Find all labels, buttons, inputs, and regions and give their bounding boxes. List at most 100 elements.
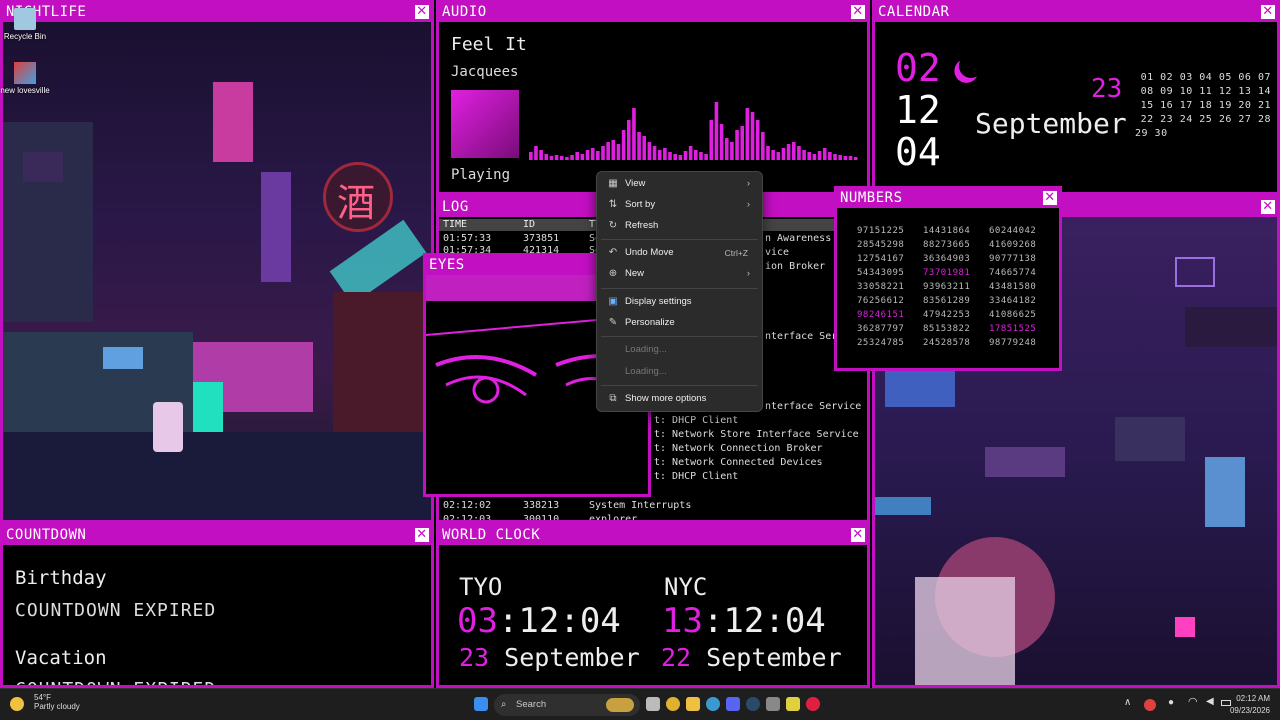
clock-city: TYO	[459, 573, 503, 601]
undo-icon: ↶	[608, 247, 618, 258]
visualizer-bar	[838, 155, 842, 160]
countdown-title: COUNTDOWN	[6, 527, 87, 543]
close-icon[interactable]: ✕	[851, 528, 865, 542]
visualizer-bar	[652, 146, 657, 160]
close-icon[interactable]: ✕	[1261, 5, 1275, 19]
steam-icon[interactable]	[746, 697, 760, 711]
numbers-titlebar[interactable]: NUMBERS ✕	[837, 189, 1059, 208]
visualizer-bar	[688, 146, 693, 160]
weather-condition: Partly cloudy	[34, 702, 80, 711]
chevron-right-icon: ›	[746, 199, 750, 210]
wifi-icon[interactable]: ◠	[1188, 695, 1198, 708]
edge-icon[interactable]	[706, 697, 720, 711]
recycle-bin-icon	[14, 8, 36, 30]
visualizer-bar	[544, 154, 549, 160]
tray-app-icon[interactable]	[1144, 699, 1156, 711]
countdown-panel: COUNTDOWN ✕ Birthday COUNTDOWN EXPIRED Va…	[0, 523, 434, 688]
file-explorer-icon[interactable]	[686, 697, 700, 711]
nightlife-titlebar[interactable]: NIGHTLIFE ✕	[3, 3, 431, 22]
visualizer-bar	[740, 126, 745, 160]
close-icon[interactable]: ✕	[851, 5, 865, 19]
calendar-week-row: 08 09 10 11 12 13 14	[1140, 86, 1271, 97]
number-cell: 47942253	[923, 310, 971, 320]
display-icon: ▣	[608, 296, 618, 307]
log-row: 01:57:33373851Se	[443, 233, 601, 244]
number-cell: 88273665	[923, 240, 971, 250]
worldclock-titlebar[interactable]: WORLD CLOCK ✕	[439, 526, 867, 545]
chevron-up-icon[interactable]: ∧	[1124, 697, 1131, 708]
visualizer-bar	[848, 156, 853, 160]
menu-separator	[601, 336, 758, 337]
menu-item-personalize[interactable]: ✎ Personalize	[601, 313, 758, 333]
number-cell: 25324785	[857, 338, 905, 348]
countdown-titlebar[interactable]: COUNTDOWN ✕	[3, 526, 431, 545]
app-icon[interactable]	[806, 697, 820, 711]
visualizer-bar	[724, 138, 729, 160]
visualizer-bar	[817, 151, 822, 160]
weather-icon	[10, 697, 24, 711]
countdown-event-label: Vacation	[15, 647, 107, 669]
close-icon[interactable]: ✕	[1043, 191, 1057, 205]
menu-item-sort-by[interactable]: ⇅ Sort by ›	[601, 195, 758, 215]
app-icon[interactable]	[786, 697, 800, 711]
chevron-right-icon: ›	[746, 268, 750, 279]
visualizer-bar	[843, 156, 848, 160]
visualizer-bar	[585, 150, 590, 160]
task-view-icon[interactable]	[646, 697, 660, 711]
search-box[interactable]: ⌕ Search	[494, 694, 640, 716]
number-cell: 14431864	[923, 226, 971, 236]
close-icon[interactable]: ✕	[415, 5, 429, 19]
clock-time: 03:12:04	[457, 601, 621, 641]
visualizer-bar	[575, 152, 580, 160]
log-fragment: t: Network Connected Devices	[654, 457, 823, 468]
visualizer-bar	[735, 130, 739, 160]
microphone-icon[interactable]: ●	[1168, 697, 1174, 708]
visualizer-bar	[668, 152, 672, 160]
visualizer-bar	[570, 155, 574, 160]
number-cell: 36287797	[857, 324, 905, 334]
calendar-second: 04	[895, 130, 941, 174]
app-icon[interactable]	[766, 697, 780, 711]
numbers-row: 28545298 88273665 41609268	[857, 240, 1055, 250]
number-cell: 83561289	[923, 296, 971, 306]
visualizer-bar	[853, 157, 858, 160]
clock-date: 23 September	[459, 643, 640, 672]
tray-clock[interactable]: 02:12 AM 09/23/2026	[1230, 693, 1270, 717]
numbers-panel: NUMBERS ✕ 97151225 14431864 60244042 2854529…	[834, 186, 1062, 371]
sort-icon: ⇅	[608, 199, 618, 210]
clock-date: 22 September	[661, 643, 842, 672]
visualizer-bar	[786, 144, 791, 160]
menu-separator	[601, 288, 758, 289]
volume-icon[interactable]: ◀	[1206, 696, 1214, 707]
menu-item-display-settings[interactable]: ▣ Display settings	[601, 292, 758, 312]
calendar-panel: CALENDAR ✕ 02 12 04 September 23 01 02 03…	[872, 0, 1280, 195]
number-cell: 85153822	[923, 324, 971, 334]
menu-item-view[interactable]: ▦ View ›	[601, 174, 758, 194]
log-fragment: ion Broker	[765, 261, 826, 272]
start-icon[interactable]	[474, 697, 488, 711]
menu-item-refresh[interactable]: ↻ Refresh	[601, 216, 758, 236]
visualizer-bar	[559, 156, 564, 160]
new-lovesville-shortcut[interactable]: new lovesville	[0, 62, 50, 95]
audio-titlebar[interactable]: AUDIO ✕	[439, 3, 867, 22]
log-col-time: TIME	[443, 219, 468, 230]
numbers-row: 54343095 73701981 74665774	[857, 268, 1055, 278]
chrome-icon[interactable]	[666, 697, 680, 711]
menu-item-new[interactable]: ⊕ New ›	[601, 264, 758, 284]
menu-item-show-more-options[interactable]: ⧉ Show more options	[601, 389, 758, 409]
visualizer-bar	[791, 142, 796, 160]
discord-icon[interactable]	[726, 697, 740, 711]
log-fragment: t: Network Store Interface Service	[654, 429, 859, 440]
search-icon: ⌕	[501, 699, 507, 710]
close-icon[interactable]: ✕	[1261, 200, 1275, 214]
close-icon[interactable]: ✕	[415, 528, 429, 542]
visualizer-bar	[750, 112, 755, 160]
number-cell: 12754167	[857, 254, 905, 264]
calendar-titlebar[interactable]: CALENDAR ✕	[875, 3, 1277, 22]
visualizer-bar	[647, 142, 652, 160]
menu-item-undo-move[interactable]: ↶ Undo Move Ctrl+Z	[601, 243, 758, 263]
weather-widget[interactable]: 54°F Partly cloudy	[4, 689, 94, 720]
recycle-bin-shortcut[interactable]: Recycle Bin	[0, 8, 50, 41]
numbers-row: 76256612 83561289 33464182	[857, 296, 1055, 306]
calendar-week-row: 01 02 03 04 05 06 07	[1140, 72, 1271, 83]
